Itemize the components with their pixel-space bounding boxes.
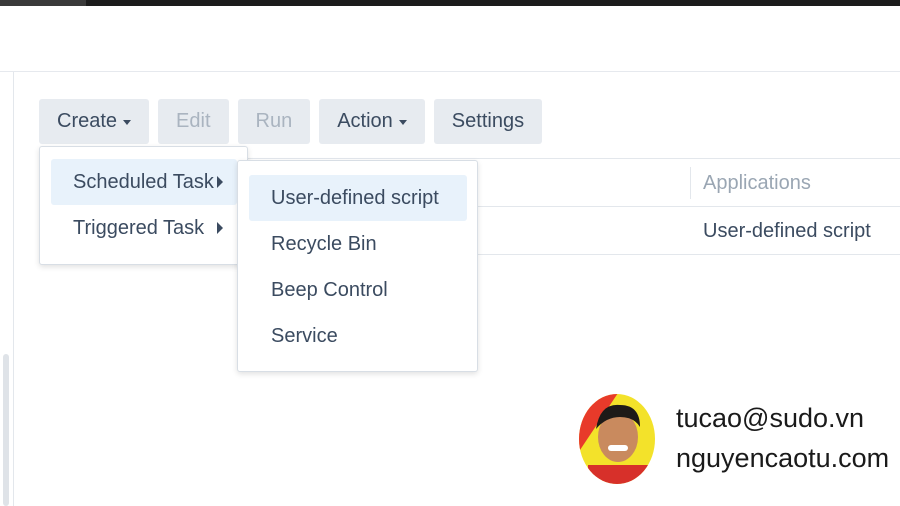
toolbar: Create Edit Run Action Settings [39,99,543,144]
menu-item-label: Scheduled Task [73,170,214,193]
applications-cell: User-defined script [703,219,871,242]
menu-item-triggered-task[interactable]: Triggered Task [51,205,237,251]
caret-right-icon [217,222,223,234]
run-button-label: Run [255,110,293,132]
menu-item-beep-control[interactable]: Beep Control [249,267,467,313]
create-menu: Scheduled Task Triggered Task [39,146,248,265]
chevron-down-icon [398,120,407,125]
settings-button[interactable]: Settings [433,99,543,144]
column-header-applications[interactable]: Applications [703,159,811,207]
create-button-label: Create [57,110,118,132]
action-button[interactable]: Action [319,99,425,144]
run-button[interactable]: Run [237,99,311,144]
menu-item-recycle-bin[interactable]: Recycle Bin [249,221,467,267]
edit-button[interactable]: Edit [158,99,229,144]
menu-item-service[interactable]: Service [249,313,467,359]
scheduled-task-submenu: User-defined script Recycle Bin Beep Con… [237,160,478,372]
create-button[interactable]: Create [39,99,150,144]
watermark-website: nguyencaotu.com [676,443,890,473]
side-scrollbar[interactable] [3,354,9,506]
menu-item-scheduled-task[interactable]: Scheduled Task [51,159,237,205]
author-watermark: tucao@sudo.vn nguyencaotu.com [578,393,900,489]
menu-item-label: Recycle Bin [271,232,377,255]
edit-button-label: Edit [176,110,211,132]
author-avatar [579,394,655,484]
caret-right-icon [217,176,223,188]
watermark-email: tucao@sudo.vn [676,403,865,433]
menu-item-label: Triggered Task [73,216,205,239]
chevron-down-icon [123,120,132,125]
settings-button-label: Settings [451,110,525,132]
column-divider[interactable] [690,167,691,199]
menu-item-label: User-defined script [271,186,439,209]
menu-item-user-defined-script[interactable]: User-defined script [249,175,467,221]
menu-item-label: Service [271,324,338,347]
action-button-label: Action [337,110,393,132]
header-area [0,6,900,72]
menu-item-label: Beep Control [271,278,388,301]
